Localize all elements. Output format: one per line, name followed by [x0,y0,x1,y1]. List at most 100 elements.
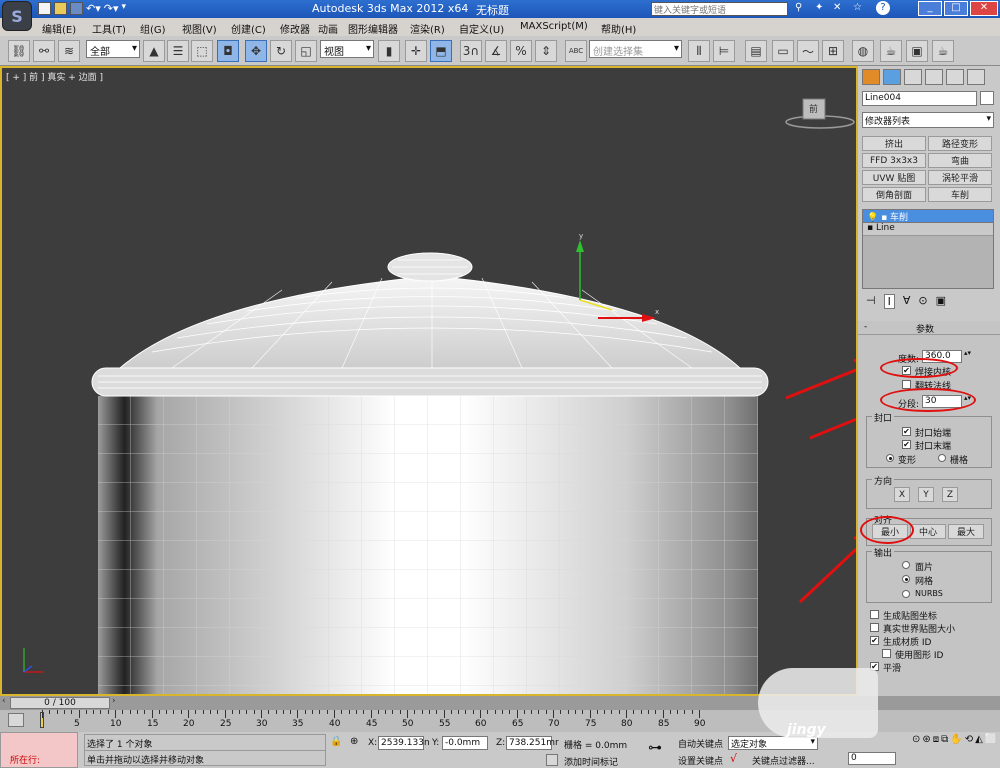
time-slider[interactable]: 0 / 100 [10,697,110,709]
display-tab-icon[interactable] [946,69,964,85]
binoculars-icon[interactable]: ⚲ [795,2,802,13]
set-key-button[interactable]: 设置关键点 [678,754,723,767]
select-move-icon[interactable]: ✥ [245,40,267,62]
maximize-viewport-icon[interactable]: ⬜ [985,734,997,766]
redo-icon[interactable]: ↷▾ [104,2,119,15]
uvw-map-button[interactable]: UVW 贴图 [862,170,926,185]
selection-filter-select[interactable]: 全部 ▾ [86,40,140,58]
add-time-tag-label[interactable]: 添加时间标记 [564,755,618,768]
pin-stack-icon[interactable]: ⊣ [866,294,876,309]
minimize-button[interactable]: _ [918,1,942,16]
key-filters-button[interactable]: 关键点过滤器... [752,754,815,767]
add-time-tag-icon[interactable] [546,754,558,766]
menu-create[interactable]: 创建(C) [231,21,266,36]
tools-icon[interactable]: ✕ [833,2,841,13]
menu-view[interactable]: 视图(V) [182,21,217,36]
menu-edit[interactable]: 编辑(E) [42,21,76,36]
menu-group[interactable]: 组(G) [140,21,166,36]
nurbs-radio[interactable] [902,590,910,598]
modify-tab-icon[interactable] [883,69,901,85]
real-world-checkbox[interactable] [870,623,879,632]
percent-snap-icon[interactable]: % [510,40,532,62]
key-mode-select[interactable]: 选定对象 ▾ [728,736,818,750]
extrude-button[interactable]: 挤出 [862,136,926,151]
material-editor-icon[interactable]: ◍ [852,40,874,62]
align-icon[interactable]: ⊨ [713,40,735,62]
pan-icon[interactable]: ✋ [950,734,962,766]
undo-icon[interactable]: ↶▾ [86,2,101,15]
orbit-icon[interactable]: ⟲ [965,734,973,766]
schematic-view-icon[interactable]: ⊞ [822,40,844,62]
menu-modifiers[interactable]: 修改器 [280,21,310,36]
key-tangent-icon[interactable]: √ [730,752,737,765]
rect-selection-icon[interactable]: ⬚ [191,40,213,62]
menu-help[interactable]: 帮助(H) [601,21,636,36]
mini-curve-icon[interactable] [8,713,24,727]
mirror-icon[interactable]: ⫴ [688,40,710,62]
menu-rendering[interactable]: 渲染(R) [410,21,445,36]
quick-render-icon[interactable]: ☕ [932,40,954,62]
lathe-button[interactable]: 车削 [928,187,992,202]
save-file-icon[interactable] [70,2,83,15]
morph-radio[interactable] [886,454,894,462]
menu-graph-editors[interactable]: 图形编辑器 [348,21,398,36]
select-manipulate-icon[interactable]: ✛ [405,40,427,62]
curve-editor-icon[interactable]: 〜 [797,40,819,62]
view-cube[interactable] [785,98,855,129]
spinner-snap-icon[interactable]: ⇕ [535,40,557,62]
help-icon[interactable]: ? [876,1,890,15]
pot-rim[interactable] [91,367,769,397]
edit-named-sel-icon[interactable]: ABC [565,40,587,62]
key-icon[interactable]: ⊶ [648,740,662,756]
bend-button[interactable]: 弯曲 [928,153,992,168]
angle-snap-icon[interactable]: ∡ [485,40,507,62]
path-deform-button[interactable]: 路径变形 [928,136,992,151]
select-by-name-icon[interactable]: ☰ [167,40,189,62]
close-button[interactable]: ✕ [970,1,998,16]
gen-map-checkbox[interactable] [870,610,879,619]
layer-manager-icon[interactable]: ▤ [745,40,767,62]
render-frame-icon[interactable]: ▣ [906,40,928,62]
object-name-field[interactable]: Line004 [862,91,977,106]
auto-key-button[interactable]: 自动关键点 [678,737,723,750]
link-icon[interactable]: ⛓ [8,40,30,62]
gen-mat-checkbox[interactable]: ✔ [870,636,879,645]
bevel-profile-button[interactable]: 倒角剖面 [862,187,926,202]
menu-maxscript[interactable]: MAXScript(M) [520,21,588,32]
ribbon-icon[interactable]: ▭ [772,40,794,62]
maximize-button[interactable]: □ [944,1,968,16]
app-logo-icon[interactable]: S [2,1,32,31]
menu-tools[interactable]: 工具(T) [92,21,126,36]
select-object-icon[interactable]: ▲ [143,40,165,62]
prev-frame-icon[interactable]: ‹ [2,696,6,706]
qat-dropdown-icon[interactable]: ▾ [122,2,127,15]
turbosmooth-button[interactable]: 涡轮平滑 [928,170,992,185]
frame-field[interactable]: 0 [848,752,896,765]
ffd-button[interactable]: FFD 3x3x3 [862,153,926,168]
stack-item-lathe[interactable]: 💡 ▪ 车削 [863,210,993,223]
stack-item-line[interactable]: ▪ Line [863,223,993,236]
pivot-center-icon[interactable]: ▮ [378,40,400,62]
snap-toggle-icon[interactable]: 3 ∩ [460,40,482,62]
cap-end-checkbox[interactable]: ✔ [902,440,911,449]
timeline-ruler[interactable]: 5 10 15 20 25 30 35 40 45 50 55 60 65 70 75 80 85 90 [40,710,772,732]
new-file-icon[interactable] [38,2,51,15]
align-max-button[interactable]: 最大 [948,524,984,539]
dir-x-button[interactable]: X [894,487,910,502]
fov-icon[interactable]: ◭ [975,734,983,766]
next-frame-icon[interactable]: › [112,696,116,706]
menu-customize[interactable]: 自定义(U) [459,21,504,36]
motion-tab-icon[interactable] [925,69,943,85]
abs-mode-icon[interactable]: ⊕ [350,736,358,747]
wrench-icon[interactable]: ✦ [815,2,823,13]
hierarchy-tab-icon[interactable] [904,69,922,85]
remove-modifier-icon[interactable]: ⊙ [918,294,927,309]
y-coord-field[interactable]: -0.0mm [442,736,488,750]
front-viewport[interactable]: [ + ] 前 ] 真实 + 边面 ] y x 前 [0,66,858,696]
pot-lid[interactable] [118,252,742,369]
rollout-header[interactable]: - 参数 [858,321,1000,335]
mesh-radio[interactable] [902,575,910,583]
modifier-stack[interactable]: 💡 ▪ 车削 ▪ Line [862,209,994,289]
utilities-tab-icon[interactable] [967,69,985,85]
select-rotate-icon[interactable]: ↻ [270,40,292,62]
